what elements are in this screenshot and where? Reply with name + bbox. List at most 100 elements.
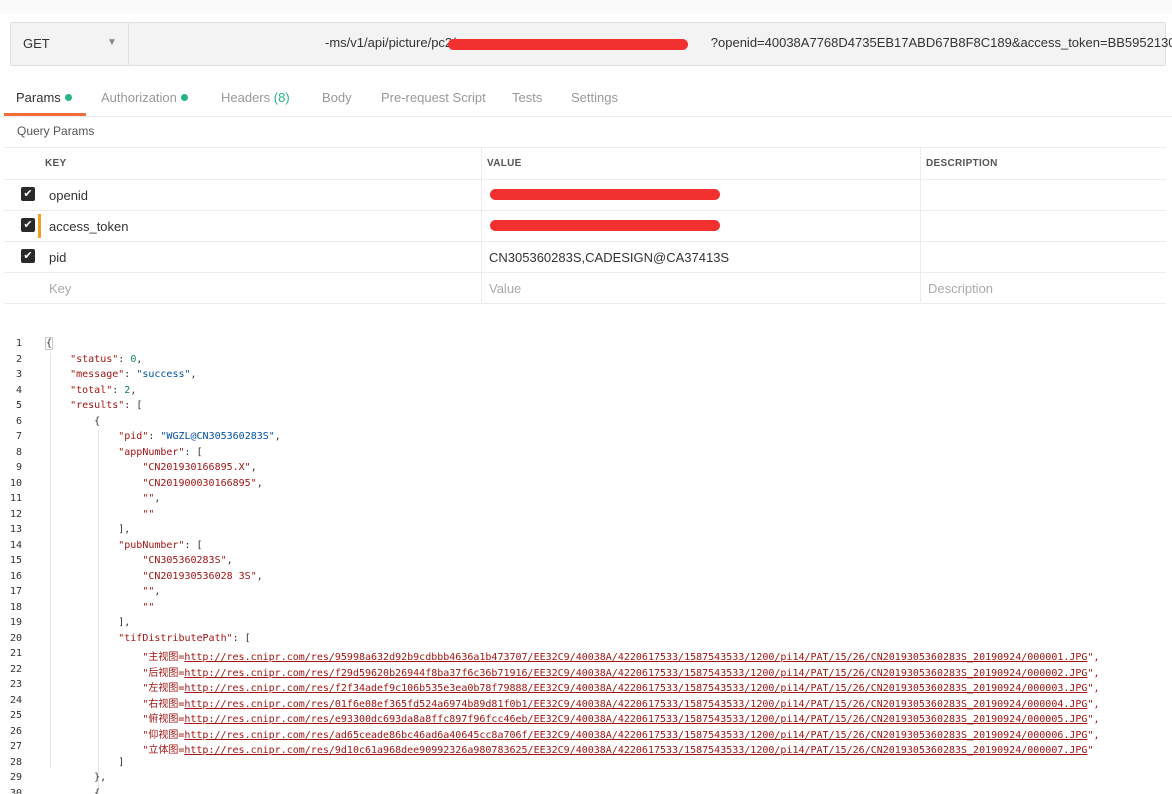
- code-text: "": [46, 602, 154, 613]
- code-text: {: [46, 788, 100, 794]
- line-number: 3: [0, 369, 22, 380]
- line-number: 24: [0, 695, 22, 706]
- code-text: "立体图=http://res.cnipr.com/res/9d10c61a96…: [46, 741, 1093, 756]
- line-number: 21: [0, 648, 22, 659]
- request-tabs: Params Authorization Headers (8) Body Pr…: [0, 80, 1172, 117]
- line-number: 2: [0, 354, 22, 365]
- code-text: },: [46, 772, 106, 783]
- params-header-row: KEY VALUE DESCRIPTION: [4, 147, 1166, 180]
- new-value-input[interactable]: Value: [489, 281, 521, 296]
- code-line: 24 "右视图=http://res.cnipr.com/res/01f6e08…: [0, 695, 1172, 711]
- table-row: ✔ openid: [4, 179, 1166, 211]
- redaction-mark: [490, 189, 720, 200]
- code-text: "CN201930536028 3S",: [46, 571, 263, 582]
- code-text: "左视图=http://res.cnipr.com/res/f2f34adef9…: [46, 679, 1100, 694]
- code-text: "pubNumber": [: [46, 540, 203, 551]
- line-number: 6: [0, 416, 22, 427]
- line-number: 15: [0, 555, 22, 566]
- code-text: "tifDistributePath": [: [46, 633, 251, 644]
- line-number: 18: [0, 602, 22, 613]
- code-line: 12 "": [0, 509, 1172, 525]
- code-line: 27 "立体图=http://res.cnipr.com/res/9d10c61…: [0, 741, 1172, 757]
- code-text: ],: [46, 524, 130, 535]
- code-line: 21 "主视图=http://res.cnipr.com/res/95998a6…: [0, 648, 1172, 664]
- url-path: -ms/v1/api/picture/pc2/: [325, 35, 456, 50]
- code-line: 8 "appNumber": [: [0, 447, 1172, 463]
- request-url-bar: GET ▼ -ms/v1/api/picture/pc2/?openid=400…: [10, 22, 1166, 66]
- param-checkbox[interactable]: ✔: [21, 187, 35, 201]
- code-text: "status": 0,: [46, 354, 142, 365]
- top-bar: [0, 0, 1172, 14]
- column-divider: [920, 147, 921, 302]
- param-key[interactable]: openid: [49, 188, 88, 203]
- response-body[interactable]: 1{2 "status": 0,3 "message": "success",4…: [0, 335, 1172, 794]
- code-line: 1{: [0, 338, 1172, 354]
- code-text: "",: [46, 586, 160, 597]
- code-text: "后视图=http://res.cnipr.com/res/f29d59620b…: [46, 664, 1100, 679]
- col-description-header: DESCRIPTION: [926, 158, 998, 169]
- code-line: 10 "CN201900030166895",: [0, 478, 1172, 494]
- line-number: 27: [0, 741, 22, 752]
- code-text: "": [46, 509, 154, 520]
- tab-pre-request-script[interactable]: Pre-request Script: [381, 90, 486, 105]
- code-line: 17 "",: [0, 586, 1172, 602]
- line-number: 7: [0, 431, 22, 442]
- code-text: "CN201930166895.X",: [46, 462, 257, 473]
- new-key-input[interactable]: Key: [49, 281, 71, 296]
- code-text: "message": "success",: [46, 369, 197, 380]
- line-number: 25: [0, 710, 22, 721]
- line-number: 20: [0, 633, 22, 644]
- column-divider: [481, 147, 482, 302]
- active-tab-indicator: [4, 113, 86, 116]
- param-key[interactable]: access_token: [49, 219, 129, 234]
- code-line: 4 "total": 2,: [0, 385, 1172, 401]
- tab-authorization[interactable]: Authorization: [101, 90, 188, 105]
- code-line: 7 "pid": "WGZL@CN305360283S",: [0, 431, 1172, 447]
- tab-settings[interactable]: Settings: [571, 90, 618, 105]
- code-line: 18 "": [0, 602, 1172, 618]
- code-text: "",: [46, 493, 160, 504]
- code-line: 20 "tifDistributePath": [: [0, 633, 1172, 649]
- tab-tests[interactable]: Tests: [512, 90, 542, 105]
- line-number: 30: [0, 788, 22, 794]
- line-number: 17: [0, 586, 22, 597]
- tab-params[interactable]: Params: [16, 90, 72, 105]
- line-number: 4: [0, 385, 22, 396]
- url-query: ?openid=40038A7768D4735EB17ABD67B8F8C189…: [711, 35, 1172, 50]
- col-key-header: KEY: [45, 158, 66, 169]
- code-line: 9 "CN201930166895.X",: [0, 462, 1172, 478]
- redaction-mark: [448, 39, 688, 50]
- line-number: 13: [0, 524, 22, 535]
- new-description-input[interactable]: Description: [928, 281, 993, 296]
- param-checkbox[interactable]: ✔: [21, 218, 35, 232]
- line-number: 19: [0, 617, 22, 628]
- code-line: 11 "",: [0, 493, 1172, 509]
- code-line: 14 "pubNumber": [: [0, 540, 1172, 556]
- line-number: 9: [0, 462, 22, 473]
- code-text: "右视图=http://res.cnipr.com/res/01f6e08ef3…: [46, 695, 1100, 710]
- line-number: 11: [0, 493, 22, 504]
- code-line: 23 "左视图=http://res.cnipr.com/res/f2f34ad…: [0, 679, 1172, 695]
- code-line: 16 "CN201930536028 3S",: [0, 571, 1172, 587]
- edit-marker: [38, 214, 41, 238]
- param-key[interactable]: pid: [49, 250, 66, 265]
- param-value[interactable]: CN305360283S,CADESIGN@CA37413S: [489, 250, 729, 265]
- code-text: "CN305360283S",: [46, 555, 233, 566]
- code-text: "results": [: [46, 400, 142, 411]
- line-number: 23: [0, 679, 22, 690]
- table-row-empty: Key Value Description: [4, 272, 1166, 304]
- code-line: 29 },: [0, 772, 1172, 788]
- line-number: 5: [0, 400, 22, 411]
- chevron-down-icon: ▼: [107, 37, 117, 48]
- tab-body[interactable]: Body: [322, 90, 352, 105]
- code-text: "俯视图=http://res.cnipr.com/res/e93300dc69…: [46, 710, 1100, 725]
- code-text: "CN201900030166895",: [46, 478, 263, 489]
- code-line: 3 "message": "success",: [0, 369, 1172, 385]
- tab-headers[interactable]: Headers (8): [221, 90, 290, 105]
- param-checkbox[interactable]: ✔: [21, 249, 35, 263]
- line-number: 26: [0, 726, 22, 737]
- code-line: 6 {: [0, 416, 1172, 432]
- code-text: "total": 2,: [46, 385, 136, 396]
- method-select[interactable]: GET ▼: [11, 23, 129, 65]
- code-text: {: [46, 338, 52, 349]
